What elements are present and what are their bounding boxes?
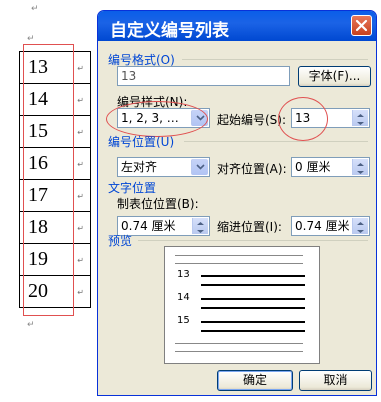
group-divider: [184, 141, 368, 142]
start-number-label: 起始编号(S):: [217, 113, 287, 127]
cancel-button[interactable]: 取消: [299, 370, 372, 391]
cell-mark: ↵: [77, 128, 84, 137]
preview-text-line: [175, 263, 303, 264]
text-position-group-label: 文字位置: [108, 181, 157, 195]
spinner-buttons[interactable]: [192, 218, 208, 234]
preview-number: 15: [177, 315, 190, 326]
indent-position-spinner[interactable]: 0.74 厘米: [291, 216, 370, 236]
cell-mark: ↵: [77, 224, 84, 233]
preview-box: 13 14 15: [164, 246, 320, 364]
custom-numbered-list-dialog: 自定义编号列表 编号格式(O) 13 字体(F)... 编号样式(N): 1, …: [97, 10, 377, 396]
align-position-label: 对齐位置(A):: [217, 162, 287, 176]
cell-mark: ↵: [77, 256, 84, 265]
preview-text-line: [175, 255, 303, 256]
preview-text-line: [175, 343, 303, 344]
highlight-rectangle: [23, 44, 74, 316]
dialog-title: 自定义编号列表: [110, 21, 229, 41]
spin-up-icon: [357, 114, 364, 117]
cell-mark: ↵: [77, 96, 84, 105]
spinner-buttons[interactable]: [352, 110, 368, 126]
preview-text-line: [201, 284, 305, 286]
cell-mark: ↵: [77, 64, 84, 73]
cell-mark: ↵: [77, 160, 84, 169]
paragraph-mark: ↵: [27, 34, 35, 44]
spin-down-icon: [197, 230, 204, 233]
spin-up-icon: [357, 222, 364, 225]
tab-position-value: 0.74 厘米: [121, 219, 176, 233]
cell-mark: ↵: [77, 288, 84, 297]
ok-button[interactable]: 确定: [217, 370, 293, 391]
group-divider: [138, 240, 368, 241]
preview-text-line: [201, 275, 305, 277]
preview-number: 14: [177, 292, 190, 303]
alignment-value: 左对齐: [121, 160, 158, 174]
close-icon: [355, 19, 368, 32]
chevron-down-icon: [196, 164, 205, 170]
paragraph-mark: ↵: [31, 4, 39, 14]
spin-down-icon: [357, 230, 364, 233]
highlight-ellipse: [106, 101, 208, 137]
align-position-spinner[interactable]: 0 厘米: [291, 157, 370, 177]
close-button[interactable]: [351, 15, 372, 36]
title-bar[interactable]: 自定义编号列表: [98, 11, 376, 41]
indent-position-value: 0.74 厘米: [295, 219, 350, 233]
paragraph-mark: ↵: [27, 320, 35, 330]
dropdown-arrow[interactable]: [191, 159, 208, 175]
number-format-input[interactable]: 13: [117, 66, 290, 86]
highlight-ellipse: [278, 97, 328, 141]
font-button[interactable]: 字体(F)...: [298, 66, 371, 87]
preview-text-line: [201, 330, 305, 332]
indent-position-label: 缩进位置(I):: [217, 220, 282, 234]
number-format-value: 13: [121, 69, 137, 83]
alignment-dropdown[interactable]: 左对齐: [117, 157, 210, 177]
preview-number: 13: [177, 269, 190, 280]
spin-down-icon: [357, 122, 364, 125]
preview-group-label: 预览: [108, 234, 133, 248]
align-position-value: 0 厘米: [295, 160, 331, 174]
preview-text-line: [201, 298, 305, 300]
spin-up-icon: [357, 163, 364, 166]
cell-mark: ↵: [77, 192, 84, 201]
spinner-buttons[interactable]: [352, 218, 368, 234]
tab-position-label: 制表位位置(B):: [117, 197, 199, 211]
number-position-group-label: 编号位置(U): [108, 135, 175, 149]
preview-text-line: [175, 351, 303, 352]
spin-down-icon: [357, 171, 364, 174]
group-divider: [182, 59, 368, 60]
spinner-buttons[interactable]: [352, 159, 368, 175]
preview-text-line: [201, 321, 305, 323]
preview-text-line: [201, 307, 305, 309]
spin-up-icon: [197, 222, 204, 225]
